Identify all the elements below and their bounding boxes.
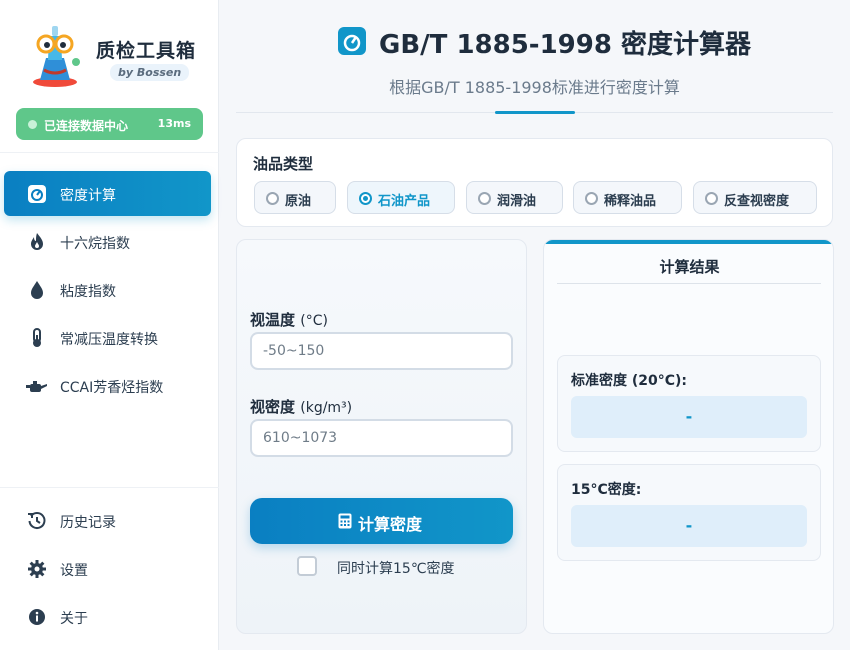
- speedometer-icon: [28, 185, 46, 203]
- input-card: 视温度 (°C) 视密度 (kg/m³) 计算密度 同时计算15℃密: [236, 239, 527, 634]
- sidebar-item-label: 设置: [60, 563, 88, 579]
- results-accent-bar: [544, 240, 833, 244]
- radio-circle-icon: [705, 192, 718, 205]
- sidebar-item-label: 关于: [60, 611, 88, 627]
- oil-type-card: 油品类型 原油 石油产品 润滑油 稀释油品 反查视密度: [236, 138, 833, 227]
- oil-type-option-petroleum[interactable]: 石油产品: [347, 181, 455, 214]
- page-title-text: GB/T 1885-1998 密度计算器: [379, 30, 752, 60]
- standard-density-result: 标准密度 (20°C): -: [557, 355, 821, 452]
- radio-circle-icon: [585, 192, 598, 205]
- brand-subtitle: by Bossen: [110, 64, 190, 81]
- sidebar-item-about[interactable]: 关于: [4, 594, 211, 639]
- sidebar-item-history[interactable]: 历史记录: [4, 498, 211, 543]
- oil-type-option-diluted[interactable]: 稀释油品: [573, 181, 682, 214]
- density-input[interactable]: [250, 419, 513, 457]
- standard-density-label: 标准密度 (20°C):: [571, 373, 688, 389]
- calculate-button[interactable]: 计算密度: [250, 498, 513, 544]
- sidebar-item-settings[interactable]: 设置: [4, 546, 211, 591]
- calculate-button-label: 计算密度: [358, 515, 423, 534]
- radio-label: 反查视密度: [724, 194, 790, 209]
- main-content: GB/T 1885-1998 密度计算器 根据GB/T 1885-1998标准进…: [219, 0, 850, 650]
- droplet-icon: [31, 281, 43, 299]
- sidebar-item-label: 粘度指数: [60, 284, 116, 300]
- oil-type-option-crude[interactable]: 原油: [254, 181, 336, 214]
- sidebar-item-cetane[interactable]: 十六烷指数: [4, 219, 211, 264]
- results-title: 计算结果: [659, 258, 720, 276]
- sidebar: 质检工具箱 by Bossen 已连接数据中心 13ms 密度计算 十六烷指数 …: [0, 0, 219, 650]
- oil-type-option-lubricant[interactable]: 润滑油: [466, 181, 563, 214]
- density-label: 视密度 (kg/m³): [250, 396, 352, 417]
- also-calc-15c-label: 同时计算15℃密度: [337, 561, 455, 577]
- density-15c-value: -: [571, 505, 807, 547]
- oil-type-option-reverse[interactable]: 反查视密度: [693, 181, 817, 214]
- temperature-input[interactable]: [250, 332, 513, 370]
- status-latency: 13ms: [157, 117, 191, 130]
- app-logo-icon: [33, 26, 80, 87]
- status-dot-icon: [28, 120, 37, 129]
- flame-icon: [31, 233, 43, 250]
- gear-icon: [28, 560, 46, 578]
- temperature-label-text: 视温度: [250, 311, 296, 329]
- sidebar-divider-bottom: [0, 487, 219, 488]
- sidebar-item-density[interactable]: 密度计算: [4, 171, 211, 216]
- sidebar-item-label: 常减压温度转换: [60, 332, 158, 348]
- radio-label: 石油产品: [378, 194, 431, 209]
- sidebar-item-label: 十六烷指数: [60, 236, 130, 252]
- info-icon: [29, 609, 45, 625]
- density-15c-label: 15°C密度:: [571, 482, 642, 498]
- radio-circle-icon: [478, 192, 491, 205]
- radio-label: 稀释油品: [604, 194, 657, 209]
- sidebar-item-temperature[interactable]: 常减压温度转换: [4, 315, 211, 360]
- density-unit: (kg/m³): [300, 400, 353, 416]
- sidebar-item-label: 密度计算: [60, 188, 116, 204]
- sidebar-divider-top: [0, 152, 219, 153]
- radio-checked-icon: [359, 192, 372, 205]
- connection-status-badge: 已连接数据中心 13ms: [16, 108, 203, 140]
- standard-density-value: -: [571, 396, 807, 438]
- results-divider: [557, 283, 821, 284]
- status-text: 已连接数据中心: [44, 119, 129, 133]
- page-subtitle: 根据GB/T 1885-1998标准进行密度计算: [389, 78, 680, 97]
- brand-title: 质检工具箱: [96, 40, 197, 62]
- brand: 质检工具箱 by Bossen: [20, 20, 210, 90]
- radio-circle-icon: [266, 192, 279, 205]
- sidebar-item-label: 历史记录: [60, 515, 116, 531]
- temperature-label: 视温度 (°C): [250, 309, 328, 330]
- oil-can-icon: [26, 381, 47, 392]
- density-15c-result: 15°C密度: -: [557, 464, 821, 561]
- speedometer-icon: [338, 27, 366, 55]
- radio-label: 原油: [285, 194, 312, 209]
- sidebar-item-ccai[interactable]: CCAI芳香烃指数: [4, 363, 211, 408]
- also-calc-15c-checkbox[interactable]: [297, 556, 317, 576]
- temperature-unit: (°C): [300, 313, 328, 329]
- header-accent-bar: [495, 111, 575, 114]
- density-label-text: 视密度: [250, 398, 296, 416]
- thermometer-icon: [33, 328, 41, 347]
- sidebar-item-label: CCAI芳香烃指数: [60, 380, 164, 396]
- radio-label: 润滑油: [497, 194, 537, 209]
- results-card: 计算结果 标准密度 (20°C): - 15°C密度: -: [543, 239, 834, 634]
- sidebar-item-viscosity[interactable]: 粘度指数: [4, 267, 211, 312]
- oil-type-label: 油品类型: [253, 155, 314, 173]
- calculator-icon: [338, 513, 352, 529]
- history-icon: [28, 512, 46, 530]
